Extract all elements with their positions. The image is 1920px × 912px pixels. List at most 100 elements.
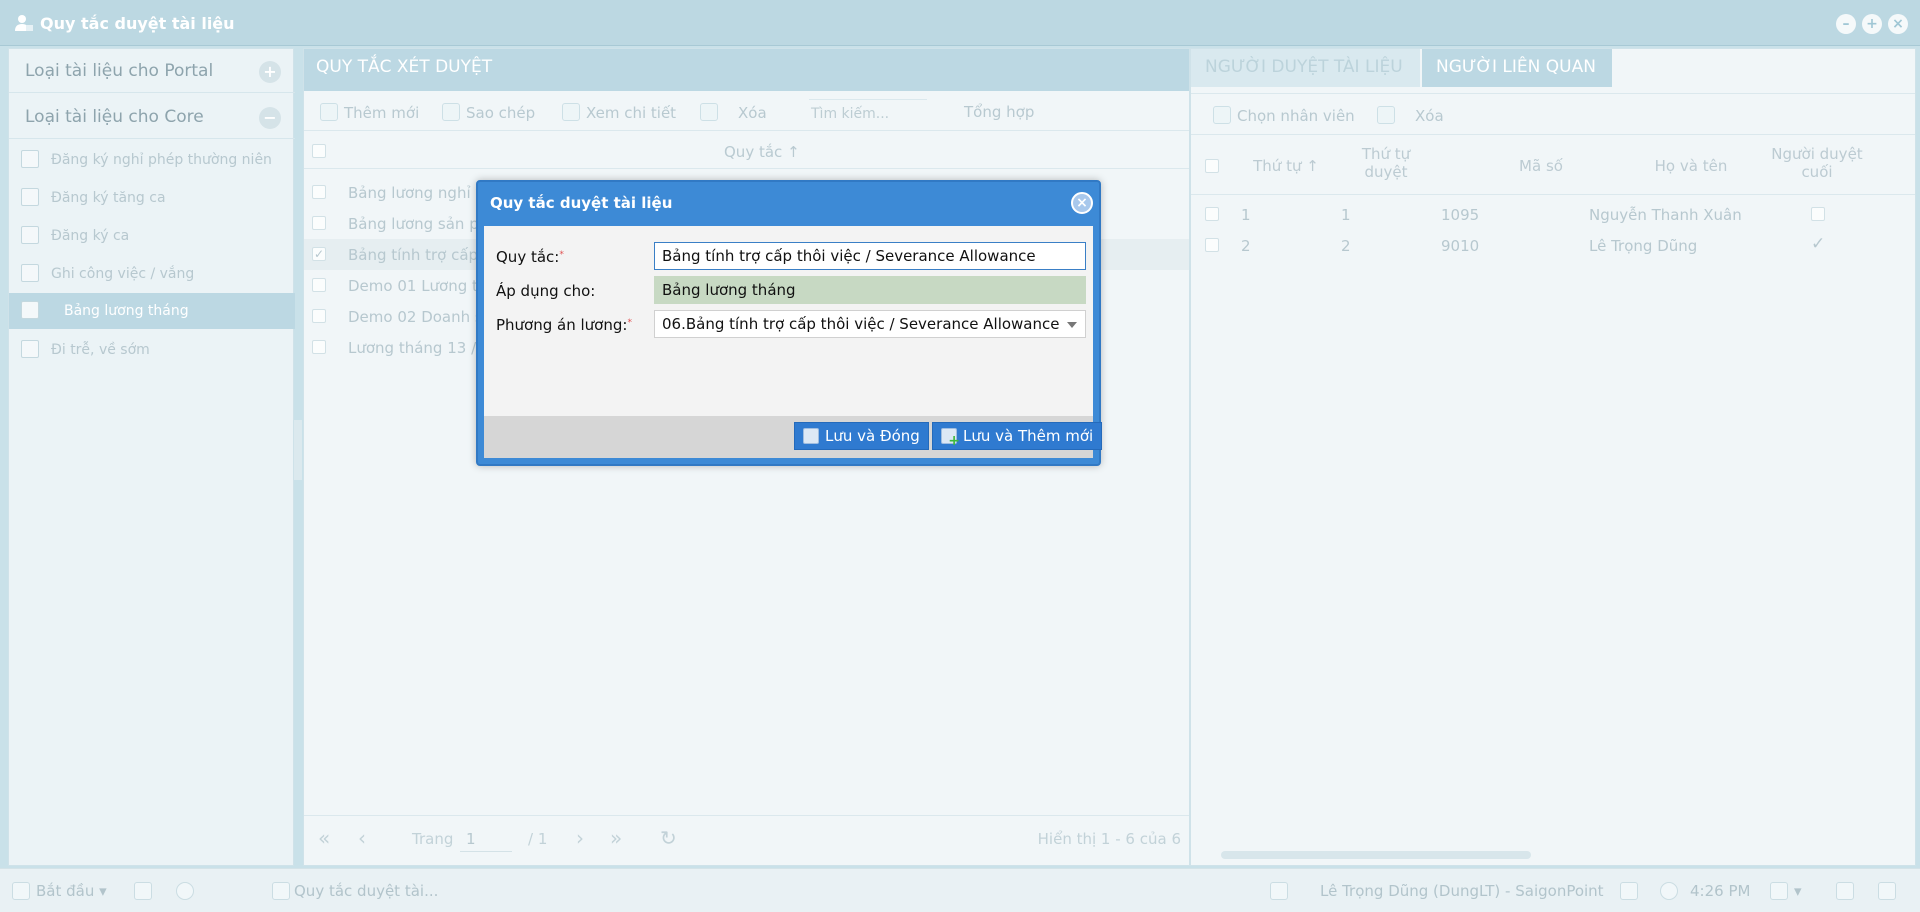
prev-page-icon[interactable]: ‹ bbox=[358, 826, 366, 850]
salary-plan-select[interactable]: 06.Bảng tính trợ cấp thôi việc / Severan… bbox=[654, 310, 1086, 338]
start-button[interactable]: Bắt đầu ▾ bbox=[36, 882, 107, 900]
skype-icon[interactable] bbox=[1660, 882, 1678, 900]
section-label: Loại tài liệu cho Portal bbox=[25, 61, 214, 81]
left-navigation-panel: Loại tài liệu cho Portal + Loại tài liệu… bbox=[8, 48, 295, 866]
row-checkbox[interactable] bbox=[312, 278, 326, 292]
nav-item-late-early[interactable]: Đi trễ, về sớm bbox=[9, 332, 295, 368]
horizontal-scrollbar[interactable] bbox=[1221, 851, 1531, 859]
select-all-checkbox[interactable] bbox=[312, 144, 326, 158]
collapse-icon[interactable]: − bbox=[259, 107, 281, 129]
row-checkbox[interactable] bbox=[312, 185, 326, 199]
user-icon bbox=[15, 15, 33, 31]
calendar-icon[interactable] bbox=[1770, 882, 1788, 900]
final-approver-checkbox[interactable] bbox=[1811, 207, 1825, 221]
rule-dialog: Quy tắc duyệt tài liệu × Quy tắc:* Áp dụ… bbox=[476, 180, 1103, 466]
approvers-toolbar: Chọn nhân viên Xóa bbox=[1191, 93, 1915, 135]
add-icon bbox=[320, 103, 338, 121]
sort-asc-icon: ↑ bbox=[1306, 157, 1319, 175]
desktop-icon[interactable] bbox=[1836, 882, 1854, 900]
approvers-panel: NGƯỜI DUYỆT TÀI LIỆU NGƯỜI LIÊN QUAN Chọ… bbox=[1190, 48, 1916, 866]
taskbar-task[interactable]: Quy tắc duyệt tài... bbox=[294, 882, 438, 900]
tab-related-people[interactable]: NGƯỜI LIÊN QUAN bbox=[1422, 49, 1612, 87]
apply-for-field: Bảng lương tháng bbox=[654, 276, 1086, 304]
help-icon[interactable] bbox=[176, 882, 194, 900]
document-icon bbox=[21, 340, 39, 358]
nav-item-shift[interactable]: Đăng ký ca bbox=[9, 218, 295, 254]
tab-document-approvers[interactable]: NGƯỜI DUYỆT TÀI LIỆU bbox=[1191, 49, 1420, 87]
row-checkbox[interactable] bbox=[312, 309, 326, 323]
dialog-close-icon[interactable]: × bbox=[1071, 192, 1093, 214]
document-icon bbox=[21, 150, 39, 168]
nav-item-monthly-payroll[interactable]: Bảng lương tháng bbox=[9, 293, 295, 329]
checklist-icon bbox=[21, 264, 39, 282]
display-count: Hiển thị 1 - 6 của 6 bbox=[1037, 830, 1181, 848]
delete-button[interactable]: Xóa bbox=[700, 103, 767, 122]
last-page-icon[interactable]: » bbox=[610, 826, 622, 850]
approvers-grid-header: Thứ tự ↑ Thứ tự duyệt Mã số Họ và tên Ng… bbox=[1191, 137, 1915, 195]
row-checkbox[interactable] bbox=[312, 340, 326, 354]
chart-icon[interactable] bbox=[1270, 882, 1288, 900]
window-titlebar: Quy tắc duyệt tài liệu – + × bbox=[0, 0, 1920, 46]
copy-button[interactable]: Sao chép bbox=[442, 103, 535, 122]
rules-toolbar: Thêm mới Sao chép Xem chi tiết Xóa Tổng … bbox=[304, 91, 1189, 131]
nav-item-overtime[interactable]: Đăng ký tăng ca bbox=[9, 180, 295, 216]
close-button[interactable]: × bbox=[1888, 14, 1908, 34]
column-rule[interactable]: Quy tắc ↑ bbox=[724, 143, 800, 161]
view-detail-button[interactable]: Xem chi tiết bbox=[562, 103, 676, 122]
save-close-button[interactable]: Lưu và Đóng bbox=[794, 422, 929, 450]
minimize-button[interactable]: – bbox=[1836, 14, 1856, 34]
maximize-button[interactable]: + bbox=[1862, 14, 1882, 34]
plane-icon[interactable] bbox=[1620, 882, 1638, 900]
dropdown-arrow-icon[interactable] bbox=[1067, 322, 1077, 328]
choose-employee-button[interactable]: Chọn nhân viên bbox=[1213, 106, 1355, 125]
section-portal[interactable]: Loại tài liệu cho Portal + bbox=[9, 49, 295, 93]
save-add-icon bbox=[941, 428, 960, 449]
row-checkbox[interactable] bbox=[312, 216, 326, 230]
notification-icon[interactable] bbox=[1878, 882, 1896, 900]
first-page-icon[interactable]: « bbox=[318, 826, 330, 850]
dialog-footer: Lưu và Đóng Lưu và Thêm mới bbox=[484, 416, 1103, 458]
page-label: Trang bbox=[412, 830, 454, 848]
copy-icon bbox=[442, 103, 460, 121]
nav-item-label: Bảng lương tháng bbox=[64, 303, 189, 319]
nav-item-label: Đăng ký nghỉ phép thường niên bbox=[51, 152, 272, 168]
summary-button[interactable]: Tổng hợp bbox=[964, 103, 1034, 121]
select-all-checkbox[interactable] bbox=[1205, 159, 1219, 173]
expand-icon[interactable]: + bbox=[259, 61, 281, 83]
panel-title: QUY TẮC XÉT DUYỆT bbox=[316, 57, 493, 77]
caret-down-icon[interactable]: ▾ bbox=[1794, 882, 1802, 900]
caret-down-icon: ▾ bbox=[99, 882, 107, 900]
table-row[interactable]: 1 1 1095 Nguyễn Thanh Xuân bbox=[1191, 199, 1915, 230]
page-total: / 1 bbox=[528, 830, 548, 848]
taskbar: Bắt đầu ▾ Quy tắc duyệt tài... Lê Trọng … bbox=[0, 868, 1920, 912]
search-input[interactable]: Tìm kiếm... bbox=[809, 99, 927, 125]
schedule-icon bbox=[21, 226, 39, 244]
nav-item-work-absence[interactable]: Ghi công việc / vắng bbox=[9, 256, 295, 292]
column-order[interactable]: Thứ tự ↑ bbox=[1241, 157, 1331, 175]
rule-input[interactable] bbox=[654, 242, 1086, 270]
next-page-icon[interactable]: › bbox=[576, 826, 584, 850]
view-icon bbox=[562, 103, 580, 121]
rules-grid-header: Quy tắc ↑ bbox=[304, 133, 1189, 169]
apply-for-label: Áp dụng cho: bbox=[496, 282, 596, 300]
column-name[interactable]: Họ và tên bbox=[1591, 157, 1791, 175]
row-checkbox[interactable] bbox=[1205, 238, 1219, 252]
row-checkbox-checked[interactable]: ✓ bbox=[312, 247, 326, 261]
panel-splitter[interactable] bbox=[294, 420, 302, 480]
dialog-title: Quy tắc duyệt tài liệu bbox=[490, 194, 673, 212]
window-icon[interactable] bbox=[134, 882, 152, 900]
page-number-input[interactable]: 1 bbox=[460, 828, 512, 852]
section-core[interactable]: Loại tài liệu cho Core − bbox=[9, 95, 295, 139]
final-approver-check-icon[interactable]: ✓ bbox=[1811, 234, 1825, 254]
add-button[interactable]: Thêm mới bbox=[320, 103, 419, 122]
table-row[interactable]: 2 2 9010 Lê Trọng Dũng ✓ bbox=[1191, 230, 1915, 261]
salary-plan-label: Phương án lương:* bbox=[496, 316, 632, 334]
nav-item-annual-leave[interactable]: Đăng ký nghỉ phép thường niên bbox=[9, 142, 295, 178]
refresh-icon[interactable]: ↻ bbox=[660, 826, 677, 850]
save-new-button[interactable]: Lưu và Thêm mới bbox=[932, 422, 1103, 450]
delete-approver-button[interactable]: Xóa bbox=[1377, 106, 1444, 125]
column-final-approver[interactable]: Người duyệt cuối bbox=[1767, 145, 1867, 181]
calendar-icon bbox=[21, 188, 39, 206]
row-checkbox[interactable] bbox=[1205, 207, 1219, 221]
column-approve-order[interactable]: Thứ tự duyệt bbox=[1341, 145, 1431, 181]
